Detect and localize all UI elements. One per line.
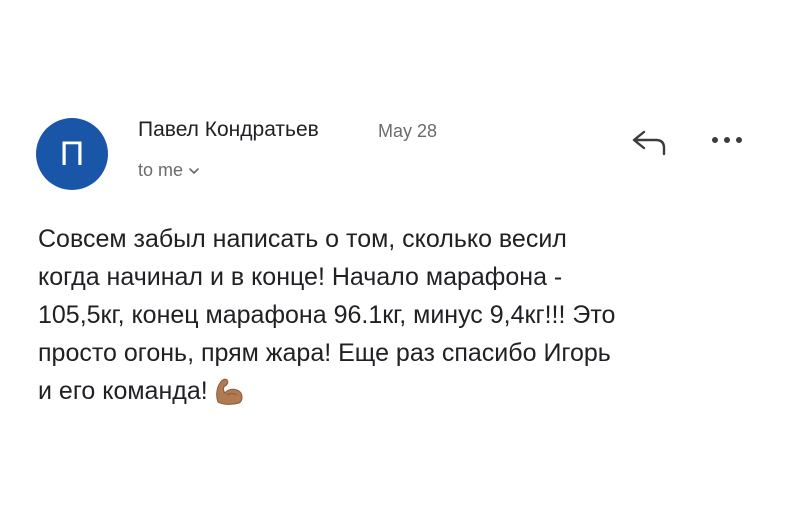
- chevron-down-icon: [189, 167, 199, 174]
- reply-icon: [632, 130, 666, 156]
- more-horizontal-icon: [712, 137, 742, 143]
- reply-button[interactable]: [630, 126, 672, 158]
- message-date: May 28: [378, 121, 438, 141]
- message-line: когда начинал и в конце! Начало марафона…: [38, 263, 563, 291]
- sender-name[interactable]: Павел Кондратьев: [138, 118, 319, 142]
- avatar[interactable]: П: [36, 118, 108, 190]
- flexed-biceps-emoji: [215, 378, 243, 405]
- email-header: П Павел Кондратьев May 28 to me: [0, 0, 788, 200]
- message-line: и его команда!: [38, 377, 208, 405]
- recipient-label: to me: [138, 160, 184, 180]
- message-body: Совсем забыл написать о том, сколько вес…: [38, 220, 758, 410]
- more-options-button[interactable]: [707, 130, 747, 150]
- message-line: 105,5кг, конец марафона 96.1кг, минус 9,…: [38, 301, 616, 329]
- message-line: просто огонь, прям жара! Еще раз спасибо…: [38, 339, 611, 367]
- recipient-details-toggle[interactable]: to me: [138, 160, 199, 181]
- message-line: Совсем забыл написать о том, сколько вес…: [38, 225, 567, 253]
